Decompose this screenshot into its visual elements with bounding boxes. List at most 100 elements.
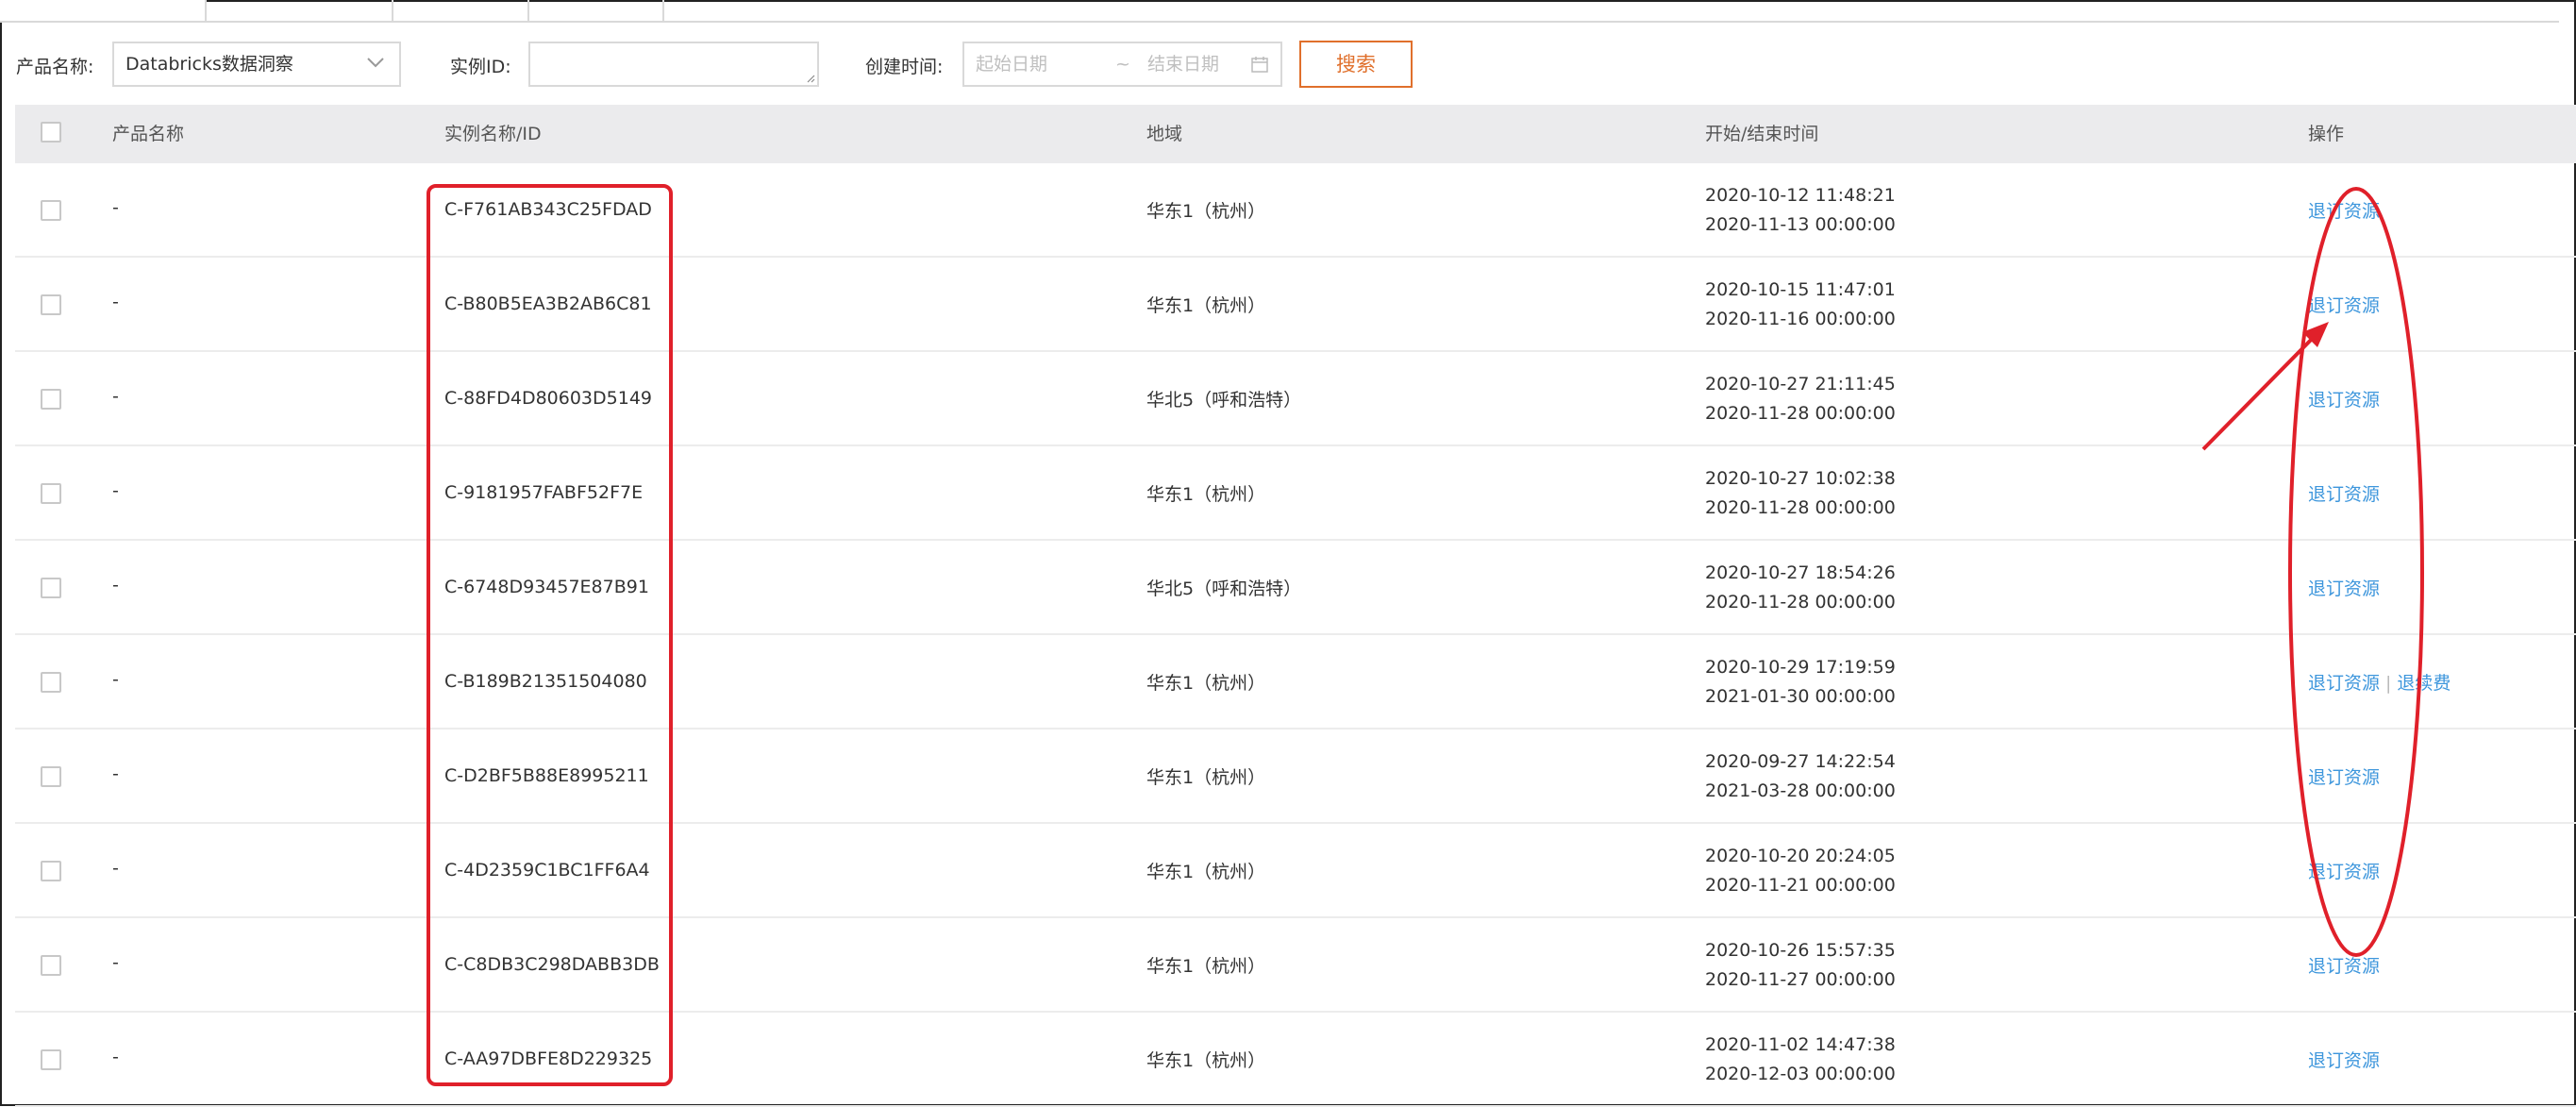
cell-end-time: 2020-12-03 00:00:00 bbox=[1705, 1064, 1896, 1084]
cell-end-time: 2021-03-28 00:00:00 bbox=[1705, 780, 1896, 801]
cell-end-time: 2020-11-28 00:00:00 bbox=[1705, 403, 1896, 424]
cell-instance-id: C-4D2359C1BC1FF6A4 bbox=[444, 860, 650, 881]
product-select-value: Databricks数据洞察 bbox=[125, 54, 293, 75]
row-checkbox[interactable] bbox=[41, 672, 61, 693]
cell-start-time: 2020-10-12 11:48:21 bbox=[1705, 185, 1896, 206]
date-range-picker[interactable]: 起始日期 ~ 结束日期 bbox=[962, 42, 1282, 87]
unsubscribe-link[interactable]: 退订资源 bbox=[2308, 484, 2380, 505]
table-row: - C-4D2359C1BC1FF6A4 华东1（杭州） 2020-10-20 20:… bbox=[15, 824, 2576, 918]
cell-product: - bbox=[112, 669, 119, 690]
chevron-down-icon bbox=[367, 58, 384, 68]
cell-end-time: 2020-11-16 00:00:00 bbox=[1705, 309, 1896, 329]
row-checkbox[interactable] bbox=[41, 389, 61, 410]
unsubscribe-link[interactable]: 退订资源 bbox=[2308, 201, 2380, 222]
row-checkbox[interactable] bbox=[41, 200, 61, 221]
cell-end-time: 2020-11-28 00:00:00 bbox=[1705, 592, 1896, 612]
start-date-placeholder[interactable]: 起始日期 bbox=[976, 43, 1047, 85]
product-filter-label: 产品名称: bbox=[16, 57, 94, 77]
table-row: - C-B80B5EA3B2AB6C81 华东1（杭州） 2020-10-15 11:… bbox=[15, 258, 2576, 352]
cell-product: - bbox=[112, 575, 119, 595]
cell-ops: 退订资源 bbox=[2308, 763, 2380, 789]
cell-start-time: 2020-10-27 10:02:38 bbox=[1705, 468, 1896, 489]
instance-id-label: 实例ID: bbox=[450, 57, 511, 77]
cell-instance-id: C-B80B5EA3B2AB6C81 bbox=[444, 294, 652, 314]
cell-start-time: 2020-10-15 11:47:01 bbox=[1705, 279, 1896, 300]
table-header: 产品名称 实例名称/ID 地域 开始/结束时间 操作 bbox=[15, 105, 2576, 163]
cell-region: 华北5（呼和浩特） bbox=[1146, 579, 1302, 599]
calendar-icon[interactable] bbox=[1250, 55, 1269, 74]
header-ops: 操作 bbox=[2308, 124, 2345, 144]
cell-ops: 退订资源 | 退续费 bbox=[2308, 669, 2451, 695]
cell-instance-id: C-F761AB343C25FDAD bbox=[444, 199, 652, 220]
cell-instance-id: C-B189B21351504080 bbox=[444, 671, 647, 692]
cell-ops: 退订资源 bbox=[2308, 952, 2380, 978]
row-checkbox[interactable] bbox=[41, 294, 61, 315]
cell-instance-id: C-9181957FABF52F7E bbox=[444, 482, 644, 503]
cell-end-time: 2020-11-27 00:00:00 bbox=[1705, 969, 1896, 990]
cell-region: 华北5（呼和浩特） bbox=[1146, 390, 1302, 411]
row-checkbox[interactable] bbox=[41, 578, 61, 598]
tab-1[interactable] bbox=[0, 0, 207, 21]
tab-strip bbox=[0, 0, 2559, 23]
cell-end-time: 2020-11-28 00:00:00 bbox=[1705, 497, 1896, 518]
header-time: 开始/结束时间 bbox=[1705, 124, 1819, 144]
instance-id-input[interactable] bbox=[528, 42, 819, 87]
cell-ops: 退订资源 bbox=[2308, 197, 2380, 223]
unsubscribe-link[interactable]: 退订资源 bbox=[2308, 390, 2380, 411]
tab-2[interactable] bbox=[205, 0, 393, 21]
unsubscribe-link[interactable]: 退订资源 bbox=[2308, 295, 2380, 316]
product-select[interactable]: Databricks数据洞察 bbox=[112, 42, 401, 87]
cell-region: 华东1（杭州） bbox=[1146, 201, 1266, 222]
search-button[interactable]: 搜索 bbox=[1299, 41, 1413, 88]
table-row: - C-AA97DBFE8D229325 华东1（杭州） 2020-11-02 14:… bbox=[15, 1013, 2576, 1107]
cell-instance-id: C-6748D93457E87B91 bbox=[444, 577, 649, 597]
cell-region: 华东1（杭州） bbox=[1146, 673, 1266, 694]
cell-start-time: 2020-10-27 21:11:45 bbox=[1705, 374, 1896, 394]
end-date-placeholder[interactable]: 结束日期 bbox=[1147, 43, 1219, 85]
created-time-label: 创建时间: bbox=[865, 57, 944, 77]
cell-product: - bbox=[112, 292, 119, 312]
unsubscribe-link[interactable]: 退订资源 bbox=[2308, 1050, 2380, 1071]
table-row: - C-9181957FABF52F7E 华东1（杭州） 2020-10-27 10:… bbox=[15, 446, 2576, 541]
header-product: 产品名称 bbox=[112, 124, 185, 144]
row-checkbox[interactable] bbox=[41, 955, 61, 976]
cell-start-time: 2020-09-27 14:22:54 bbox=[1705, 751, 1896, 772]
row-checkbox[interactable] bbox=[41, 861, 61, 881]
cell-ops: 退订资源 bbox=[2308, 858, 2380, 883]
cell-instance-id: C-D2BF5B88E8995211 bbox=[444, 765, 649, 786]
table-row: - C-6748D93457E87B91 华北5（呼和浩特） 2020-10-27 1… bbox=[15, 541, 2576, 635]
cell-product: - bbox=[112, 480, 119, 501]
cell-end-time: 2020-11-13 00:00:00 bbox=[1705, 214, 1896, 235]
table-row: - C-88FD4D80603D5149 华北5（呼和浩特） 2020-10-27 2… bbox=[15, 352, 2576, 446]
cell-start-time: 2020-11-02 14:47:38 bbox=[1705, 1034, 1896, 1055]
refund-renewal-link[interactable]: 退续费 bbox=[2397, 673, 2451, 694]
cell-start-time: 2020-10-20 20:24:05 bbox=[1705, 846, 1896, 866]
tab-4[interactable] bbox=[527, 0, 664, 21]
row-checkbox[interactable] bbox=[41, 766, 61, 787]
cell-ops: 退订资源 bbox=[2308, 292, 2380, 317]
row-checkbox[interactable] bbox=[41, 1049, 61, 1070]
cell-region: 华东1（杭州） bbox=[1146, 1050, 1266, 1071]
cell-region: 华东1（杭州） bbox=[1146, 767, 1266, 788]
select-all-checkbox[interactable] bbox=[41, 122, 61, 143]
cell-region: 华东1（杭州） bbox=[1146, 484, 1266, 505]
cell-instance-id: C-AA97DBFE8D229325 bbox=[444, 1048, 653, 1069]
unsubscribe-link[interactable]: 退订资源 bbox=[2308, 673, 2380, 694]
cell-region: 华东1（杭州） bbox=[1146, 295, 1266, 316]
cell-region: 华东1（杭州） bbox=[1146, 862, 1266, 882]
tab-3[interactable] bbox=[392, 0, 529, 21]
cell-product: - bbox=[112, 1047, 119, 1067]
resize-grip-icon bbox=[807, 75, 815, 83]
unsubscribe-link[interactable]: 退订资源 bbox=[2308, 579, 2380, 599]
cell-start-time: 2020-10-29 17:19:59 bbox=[1705, 657, 1896, 678]
unsubscribe-link[interactable]: 退订资源 bbox=[2308, 956, 2380, 977]
cell-product: - bbox=[112, 386, 119, 407]
row-checkbox[interactable] bbox=[41, 483, 61, 504]
cell-start-time: 2020-10-26 15:57:35 bbox=[1705, 940, 1896, 961]
unsubscribe-link[interactable]: 退订资源 bbox=[2308, 767, 2380, 788]
cell-instance-id: C-88FD4D80603D5149 bbox=[444, 388, 653, 409]
cell-start-time: 2020-10-27 18:54:26 bbox=[1705, 562, 1896, 583]
cell-product: - bbox=[112, 952, 119, 973]
cell-ops: 退订资源 bbox=[2308, 480, 2380, 506]
unsubscribe-link[interactable]: 退订资源 bbox=[2308, 862, 2380, 882]
